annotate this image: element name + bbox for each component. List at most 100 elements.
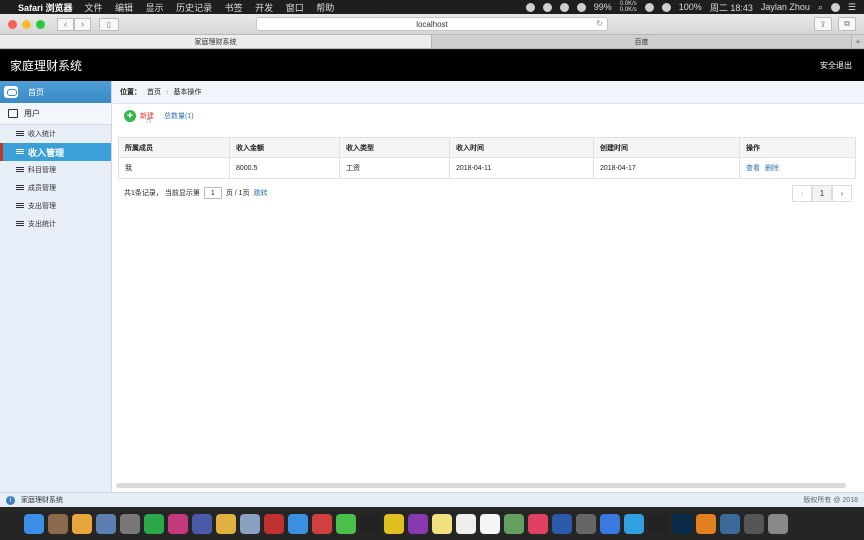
app-icon[interactable] [216, 513, 236, 534]
app-icon[interactable] [312, 513, 332, 534]
jump-link[interactable]: 跳转 [254, 188, 268, 198]
tab-baidu[interactable]: 百度 [432, 35, 852, 48]
system-preferences-icon[interactable] [576, 513, 596, 534]
app-statusbar: i 家庭理财系统 版权所有 @ 2018 [0, 492, 864, 507]
view-link[interactable]: 查看 [746, 165, 760, 172]
qq-icon[interactable] [360, 513, 380, 534]
new-tab-button[interactable]: + [852, 35, 864, 48]
axure-icon[interactable] [408, 513, 428, 534]
breadcrumb-home[interactable]: 首页 [147, 87, 161, 97]
back-button[interactable]: ‹ [57, 17, 74, 31]
qq-icon[interactable] [648, 513, 668, 534]
sidebar-item-expense-stats[interactable]: 支出统计 [0, 215, 111, 233]
trash-icon[interactable] [768, 513, 788, 534]
launchpad-icon[interactable] [120, 513, 140, 534]
reminders-icon[interactable] [456, 513, 476, 534]
next-page-button[interactable]: › [832, 185, 852, 202]
maps-icon[interactable] [504, 513, 524, 534]
url-text: localhost [416, 19, 448, 29]
battery-percent: 99% [593, 2, 612, 12]
downloads-icon[interactable] [744, 513, 764, 534]
menu-view[interactable]: 显示 [146, 3, 164, 13]
sidebar-item-members[interactable]: 成员管理 [0, 179, 111, 197]
sidebar-item-income-manage[interactable]: 收入管理 [0, 143, 111, 161]
app-icon[interactable] [240, 513, 260, 534]
status-icon[interactable] [542, 2, 552, 12]
sidebar-group-user[interactable]: 用户 [0, 103, 111, 125]
intellij-icon[interactable] [168, 513, 188, 534]
horizontal-scrollbar[interactable] [116, 483, 846, 488]
app-header: 家庭理财系统 安全退出 [0, 50, 864, 81]
add-icon[interactable]: + [124, 110, 136, 122]
photos-icon[interactable] [72, 513, 92, 534]
notification-icon[interactable]: ☰ [848, 2, 856, 13]
nav-buttons: ‹ › [57, 17, 91, 31]
app-icon[interactable] [192, 513, 212, 534]
finder-icon[interactable] [24, 513, 44, 534]
page-button-1[interactable]: 1 [812, 185, 832, 202]
edit-icon [8, 109, 18, 118]
sidebar-home[interactable]: 首页 [0, 81, 111, 103]
app-icon[interactable] [264, 513, 284, 534]
sidebar-toggle-button[interactable]: ▯ [99, 17, 119, 31]
sidebar-group-label: 用户 [24, 109, 40, 118]
menu-edit[interactable]: 编辑 [115, 3, 133, 13]
zoom-window-icon[interactable] [36, 19, 45, 29]
close-window-icon[interactable] [8, 19, 17, 29]
address-bar[interactable]: localhost ↻ [256, 17, 608, 31]
wechat-icon[interactable] [336, 513, 356, 534]
logout-link[interactable]: 安全退出 [820, 60, 852, 71]
menu-help[interactable]: 帮助 [316, 3, 334, 13]
photoshop-icon[interactable] [672, 513, 692, 534]
wechat-icon[interactable] [576, 2, 586, 12]
qq-icon[interactable] [559, 2, 569, 12]
calendar-icon[interactable] [480, 513, 500, 534]
clock[interactable]: 周二 18:43 [710, 1, 753, 14]
delete-link[interactable]: 删除 [765, 165, 779, 172]
share-button[interactable]: ⇪ [814, 17, 832, 31]
bluetooth-icon[interactable] [644, 2, 654, 12]
word-icon[interactable] [552, 513, 572, 534]
sidebar-item-label: 支出统计 [28, 221, 56, 228]
sidebar-item-income-stats[interactable]: 收入统计 [0, 125, 111, 143]
forward-button[interactable]: › [74, 17, 91, 31]
menu-history[interactable]: 历史记录 [176, 3, 212, 13]
music-icon[interactable] [528, 513, 548, 534]
column-header: 创建时间 [593, 137, 740, 158]
notes-icon[interactable] [432, 513, 452, 534]
app-icon[interactable] [96, 513, 116, 534]
teamviewer-icon[interactable] [624, 513, 644, 534]
app-icon[interactable] [600, 513, 620, 534]
menu-bookmarks[interactable]: 书签 [225, 3, 243, 13]
column-header: 操作 [739, 137, 856, 158]
app-icon[interactable] [720, 513, 740, 534]
app-title: 家庭理财系统 [10, 59, 83, 73]
spotlight-icon[interactable]: ⌕ [818, 2, 823, 13]
new-button[interactable]: 新建 ☝ [140, 111, 154, 125]
minimize-window-icon[interactable] [22, 19, 31, 29]
user-name[interactable]: Jaylan Zhou [761, 2, 810, 12]
sublime-icon[interactable] [696, 513, 716, 534]
pager-prefix: 共1条记录， 当前显示第 [124, 190, 200, 197]
sidebar-item-expense-manage[interactable]: 支出管理 [0, 197, 111, 215]
pycharm-icon[interactable] [144, 513, 164, 534]
wifi-icon[interactable] [661, 2, 671, 12]
reload-icon[interactable]: ↻ [596, 19, 603, 28]
app-icon[interactable] [48, 513, 68, 534]
app-menu-name[interactable]: Safari 浏览器 [18, 1, 73, 14]
sidebar-item-label: 成员管理 [28, 185, 56, 192]
menu-file[interactable]: 文件 [85, 3, 103, 13]
safari-icon[interactable] [288, 513, 308, 534]
menu-develop[interactable]: 开发 [255, 3, 273, 13]
status-icon[interactable] [525, 2, 535, 12]
show-tabs-button[interactable]: ⧉ [838, 17, 856, 31]
page-input[interactable]: 1 [203, 187, 222, 199]
prev-page-button[interactable]: ‹ [792, 185, 812, 202]
app-icon[interactable] [384, 513, 404, 534]
list-icon [16, 221, 24, 227]
siri-icon[interactable] [830, 2, 840, 12]
list-icon [16, 185, 24, 191]
menu-window[interactable]: 窗口 [286, 3, 304, 13]
tab-family-finance[interactable]: 家庭理财系统 [0, 35, 432, 48]
sidebar-item-subjects[interactable]: 科目管理 [0, 161, 111, 179]
